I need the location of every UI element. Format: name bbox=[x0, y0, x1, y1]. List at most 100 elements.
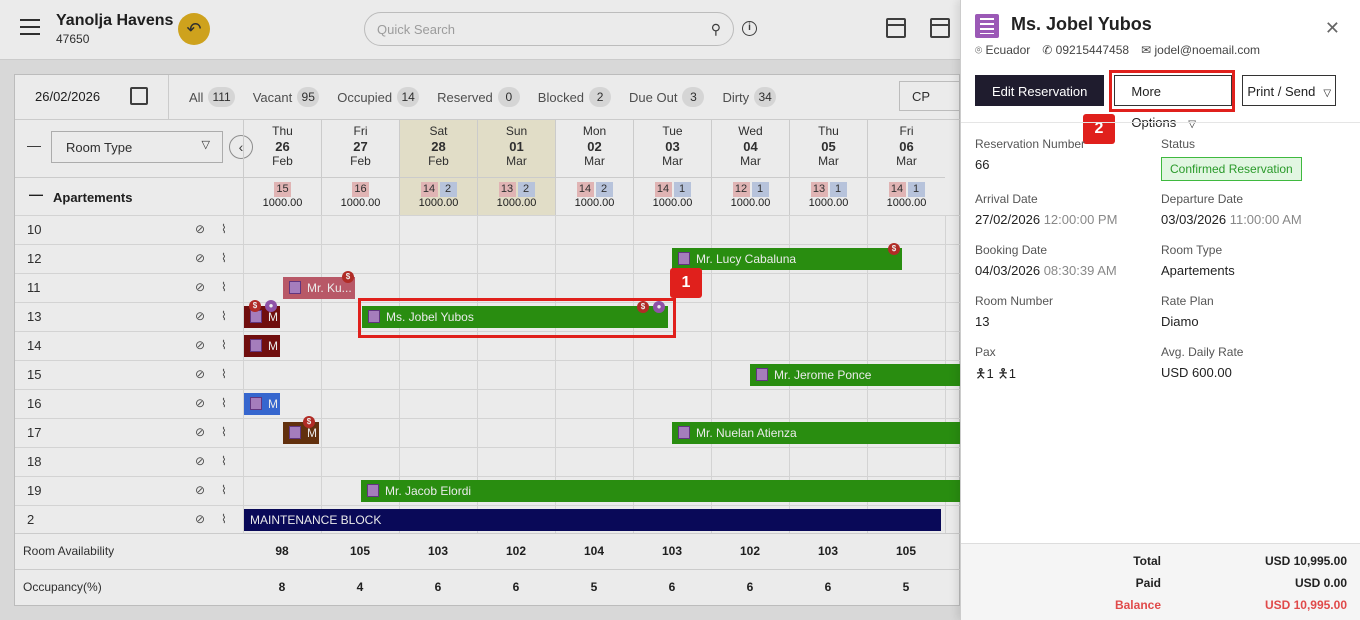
day-header: Mon 02 Mar bbox=[555, 120, 633, 177]
occupancy-value: 5 bbox=[902, 580, 910, 594]
filter-reserved[interactable]: Reserved 0 bbox=[437, 87, 520, 107]
room-number[interactable]: 15 bbox=[27, 367, 41, 382]
reservation-m-16[interactable]: M bbox=[244, 393, 280, 415]
room-availability-row: Room Availability 98 105 103 102 104 103 102 10… bbox=[15, 533, 960, 569]
maintenance-block[interactable]: MAINTENANCE BLOCK bbox=[244, 509, 941, 531]
room-number[interactable]: 2 bbox=[27, 512, 34, 527]
no-smoking-icon: ⊘ bbox=[195, 280, 206, 294]
undo-icon[interactable]: ↶ bbox=[178, 13, 210, 45]
day-rate: 13 1 1000.00 bbox=[789, 177, 867, 215]
no-smoking-icon: ⊘ bbox=[195, 309, 206, 323]
quick-search-input[interactable]: Quick Search ⚲ bbox=[364, 12, 734, 46]
room-number[interactable]: 11 bbox=[27, 280, 41, 295]
edit-reservation-button[interactable]: Edit Reservation bbox=[975, 75, 1105, 106]
no-smoking-icon: ⊘ bbox=[195, 396, 206, 410]
calendar-icon[interactable] bbox=[130, 87, 148, 105]
room-icon bbox=[678, 252, 690, 265]
day-rate: 14 1 1000.00 bbox=[867, 177, 945, 215]
highlight-more-options bbox=[1109, 70, 1235, 112]
status-filters: All 111 Vacant 95 Occupied 14 Reserved 0 Blo… bbox=[189, 87, 794, 107]
room-icon bbox=[250, 310, 262, 323]
reservation-number-field: Reservation Number 66 bbox=[975, 137, 1086, 172]
housekeeping-icon[interactable]: ⌇ bbox=[221, 483, 227, 497]
room-number[interactable]: 17 bbox=[27, 425, 41, 440]
reservation-jacob[interactable]: Mr. Jacob Elordi bbox=[361, 480, 960, 502]
day-rate: 13 2 1000.00 bbox=[477, 177, 555, 215]
rate-plan-field: Rate Plan Diamo bbox=[1161, 294, 1214, 329]
room-number[interactable]: 16 bbox=[27, 396, 41, 411]
callout-1: 1 bbox=[670, 268, 702, 298]
room-number[interactable]: 10 bbox=[27, 222, 41, 237]
reservation-m-14[interactable]: M bbox=[244, 335, 280, 357]
info-icon[interactable]: i bbox=[742, 21, 757, 36]
occupancy-value: 6 bbox=[434, 580, 442, 594]
menu-icon[interactable] bbox=[20, 19, 40, 35]
departure-field: Departure Date 03/03/2026 11:00:00 AM bbox=[1161, 192, 1302, 227]
mail-icon: ✉ bbox=[1141, 43, 1152, 57]
housekeeping-icon[interactable]: ⌇ bbox=[221, 454, 227, 468]
housekeeping-icon[interactable]: ⌇ bbox=[221, 396, 227, 410]
filter-dirty[interactable]: Dirty 34 bbox=[722, 87, 777, 107]
occupancy-value: 6 bbox=[824, 580, 832, 594]
pax-field: Pax 🯅1 🯅1 bbox=[975, 345, 1016, 381]
payment-status-icon: $ bbox=[249, 300, 261, 312]
chevron-down-icon: ▽ bbox=[201, 139, 210, 151]
room-icon bbox=[756, 368, 768, 381]
day-rate: 14 2 1000.00 bbox=[399, 177, 477, 215]
search-icon[interactable]: ⚲ bbox=[711, 21, 721, 38]
guest-contact: ⌾ Ecuador ✆ 09215447458 ✉ jodel@noemail.… bbox=[975, 43, 1260, 58]
occupancy-value: 8 bbox=[278, 580, 286, 594]
reservation-jerome[interactable]: Mr. Jerome Ponce bbox=[750, 364, 960, 386]
room-number[interactable]: 12 bbox=[27, 251, 41, 266]
day-rate: 14 2 1000.00 bbox=[555, 177, 633, 215]
housekeeping-icon[interactable]: ⌇ bbox=[221, 280, 227, 294]
availability-value: 102 bbox=[505, 544, 527, 558]
payment-status-icon: $ bbox=[888, 243, 900, 255]
room-type-select[interactable]: Room Type ▽ bbox=[51, 131, 223, 163]
availability-value: 105 bbox=[349, 544, 371, 558]
current-date[interactable]: 26/02/2026 bbox=[35, 89, 100, 104]
room-type-field: Room Type Apartements bbox=[1161, 243, 1235, 278]
day-header: Thu 26 Feb bbox=[243, 120, 321, 177]
filter-vacant[interactable]: Vacant 95 bbox=[253, 87, 320, 107]
highlight-reservation bbox=[358, 298, 676, 338]
tape-chart-panel: 26/02/2026 All 111 Vacant 95 Occupied 14 Re… bbox=[14, 74, 960, 606]
room-number[interactable]: 19 bbox=[27, 483, 41, 498]
print-send-button[interactable]: Print / Send ▽ bbox=[1242, 75, 1337, 106]
collapse-icon[interactable]: — bbox=[27, 137, 41, 153]
chevron-down-icon: ▽ bbox=[1188, 119, 1196, 130]
calendar-check-icon[interactable] bbox=[930, 18, 950, 38]
country: ⌾ Ecuador bbox=[975, 43, 1031, 57]
occupancy-value: 4 bbox=[356, 580, 364, 594]
housekeeping-icon[interactable]: ⌇ bbox=[221, 222, 227, 236]
filter-all[interactable]: All 111 bbox=[189, 87, 235, 107]
filter-due-out[interactable]: Due Out 3 bbox=[629, 87, 705, 107]
room-number[interactable]: 18 bbox=[27, 454, 41, 469]
filter-occupied[interactable]: Occupied 14 bbox=[337, 87, 420, 107]
no-smoking-icon: ⊘ bbox=[195, 251, 206, 265]
reservation-lucy[interactable]: Mr. Lucy Cabaluna bbox=[672, 248, 902, 270]
filter-blocked[interactable]: Blocked 2 bbox=[538, 87, 612, 107]
close-icon[interactable]: ✕ bbox=[1325, 18, 1340, 39]
room-number[interactable]: 14 bbox=[27, 338, 41, 353]
housekeeping-icon[interactable]: ⌇ bbox=[221, 338, 227, 352]
adult-icon: 🯅 bbox=[975, 366, 987, 381]
day-rate: 16 1000.00 bbox=[321, 177, 399, 215]
occupancy-value: 5 bbox=[590, 580, 598, 594]
room-icon bbox=[678, 426, 690, 439]
availability-value: 104 bbox=[583, 544, 605, 558]
availability-value: 103 bbox=[817, 544, 839, 558]
calendar-add-icon[interactable] bbox=[886, 18, 906, 38]
reservation-nuelan[interactable]: Mr. Nuelan Atienza bbox=[672, 422, 960, 444]
housekeeping-icon[interactable]: ⌇ bbox=[221, 367, 227, 381]
cp-select[interactable]: CP bbox=[899, 81, 960, 111]
group-row[interactable]: — Apartements bbox=[15, 177, 243, 215]
day-header: Sun 01 Mar bbox=[477, 120, 555, 177]
room-icon bbox=[289, 281, 301, 294]
housekeeping-icon[interactable]: ⌇ bbox=[221, 251, 227, 265]
housekeeping-icon[interactable]: ⌇ bbox=[221, 425, 227, 439]
housekeeping-icon[interactable]: ⌇ bbox=[221, 309, 227, 323]
housekeeping-icon[interactable]: ⌇ bbox=[221, 512, 227, 526]
no-smoking-icon: ⊘ bbox=[195, 338, 206, 352]
room-number[interactable]: 13 bbox=[27, 309, 41, 324]
